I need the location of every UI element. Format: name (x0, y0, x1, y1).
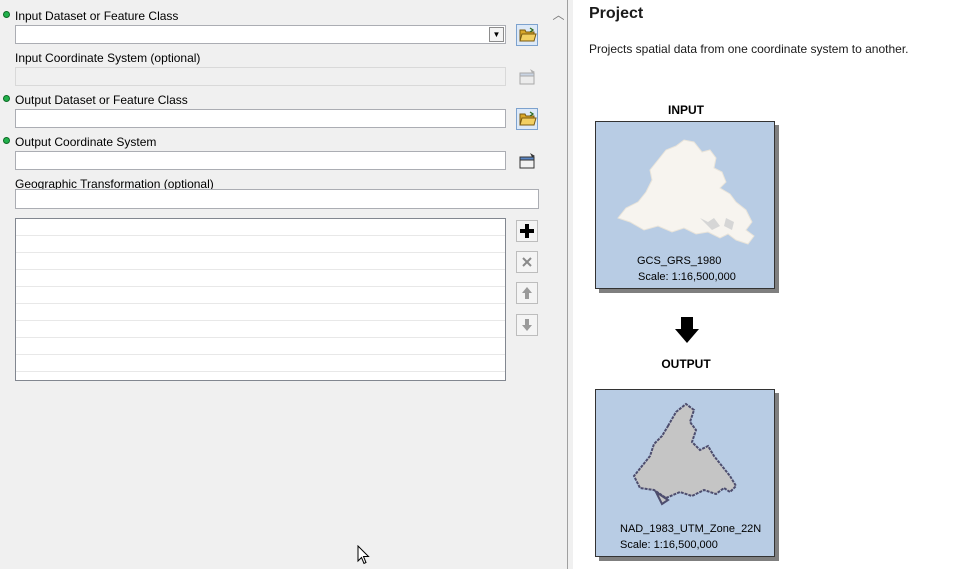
list-item[interactable] (16, 270, 505, 287)
input-crs-label: Input Coordinate System (optional) (15, 51, 201, 65)
list-item[interactable] (16, 304, 505, 321)
output-crs-field[interactable] (15, 151, 506, 170)
output-crs-label: Output Coordinate System (15, 135, 157, 149)
input-crs-properties-button[interactable] (516, 66, 538, 88)
geo-transform-field[interactable] (15, 189, 539, 209)
help-description: Projects spatial data from one coordinat… (589, 42, 909, 56)
arrow-down-icon (675, 317, 699, 343)
mouse-cursor-icon (357, 545, 370, 565)
parameters-pane: Input Dataset or Feature Class ▼ Input C… (0, 0, 550, 569)
list-item[interactable] (16, 321, 505, 338)
plus-icon (520, 224, 534, 238)
chevron-up-icon[interactable]: ︿ (550, 8, 567, 22)
input-map-image: GCS_GRS_1980 Scale: 1:16,500,000 (595, 121, 775, 289)
arrow-down-icon (522, 319, 532, 331)
list-item[interactable] (16, 236, 505, 253)
required-indicator (3, 11, 10, 18)
move-up-button[interactable] (516, 282, 538, 304)
input-crs-field[interactable] (15, 67, 506, 86)
help-pane: Project Projects spatial data from one c… (573, 0, 973, 569)
folder-open-icon (519, 27, 537, 42)
output-dataset-label: Output Dataset or Feature Class (15, 93, 188, 107)
required-indicator (3, 137, 10, 144)
chevron-down-icon[interactable]: ▼ (489, 27, 504, 42)
list-item[interactable] (16, 219, 505, 236)
output-crs-properties-button[interactable] (516, 150, 538, 172)
required-indicator (3, 95, 10, 102)
list-item[interactable] (16, 338, 505, 355)
output-dataset-field[interactable] (15, 109, 506, 128)
properties-icon (519, 153, 535, 169)
browse-input-dataset-button[interactable] (516, 24, 538, 46)
arrow-up-icon (522, 287, 532, 299)
browse-output-dataset-button[interactable] (516, 108, 538, 130)
input-map-crs: GCS_GRS_1980 (637, 255, 722, 267)
list-item[interactable] (16, 355, 505, 372)
move-down-button[interactable] (516, 314, 538, 336)
list-item[interactable] (16, 287, 505, 304)
help-title: Project (589, 5, 644, 22)
input-dataset-combo[interactable]: ▼ (15, 25, 506, 44)
input-map-scale: Scale: 1:16,500,000 (638, 271, 736, 283)
input-caption: INPUT (668, 103, 704, 117)
list-item[interactable] (16, 253, 505, 270)
output-caption: OUTPUT (661, 357, 711, 371)
properties-icon (519, 69, 535, 85)
input-dataset-label: Input Dataset or Feature Class (15, 9, 179, 23)
vertical-scrollbar[interactable]: ︿ (550, 0, 567, 569)
output-map-image: NAD_1983_UTM_Zone_22N Scale: 1:16,500,00… (595, 389, 775, 557)
output-map-scale: Scale: 1:16,500,000 (620, 539, 718, 551)
x-icon (522, 257, 532, 267)
transformation-list[interactable] (15, 218, 506, 381)
folder-open-icon (519, 111, 537, 126)
remove-transformation-button[interactable] (516, 251, 538, 273)
add-transformation-button[interactable] (516, 220, 538, 242)
output-map-crs: NAD_1983_UTM_Zone_22N (620, 523, 762, 535)
